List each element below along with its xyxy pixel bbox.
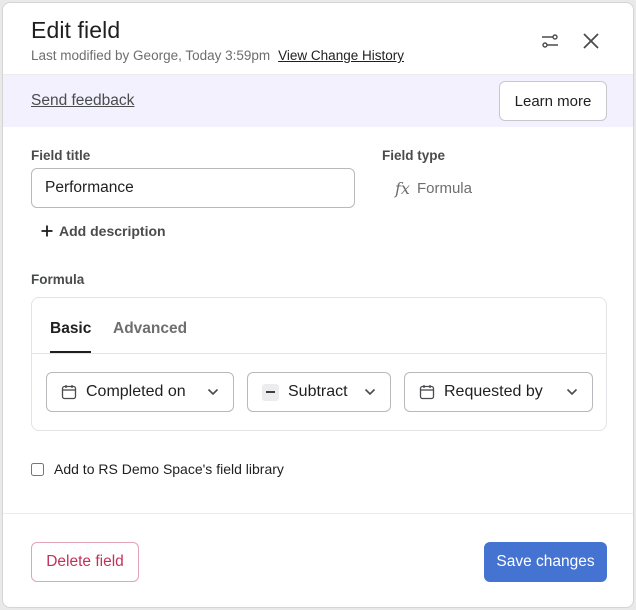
field-type-value: fx Formula	[395, 179, 472, 198]
chevron-down-icon	[364, 388, 376, 396]
operand-2-dropdown[interactable]: Requested by	[404, 372, 593, 412]
formula-builder: Basic Advanced Completed on Subtract Req…	[31, 297, 607, 431]
field-type-label: Field type	[382, 148, 446, 163]
add-to-library-option[interactable]: Add to RS Demo Space's field library	[31, 461, 284, 477]
dialog-title: Edit field	[31, 17, 121, 43]
minus-icon	[262, 383, 279, 401]
dialog-header: Edit field Last modified by George, Toda…	[3, 3, 633, 75]
tab-advanced[interactable]: Advanced	[113, 320, 187, 351]
formula-icon: fx	[395, 179, 410, 198]
sliders-icon	[542, 34, 558, 48]
operator-dropdown[interactable]: Subtract	[247, 372, 391, 412]
add-to-library-checkbox[interactable]	[31, 462, 44, 476]
close-icon	[583, 33, 599, 49]
last-modified-text: Last modified by George, Today 3:59pm	[31, 48, 271, 63]
calendar-icon	[419, 384, 435, 400]
field-type-text: Formula	[416, 180, 472, 197]
calendar-icon	[61, 384, 77, 400]
feedback-bar: Send feedback Learn more	[3, 75, 633, 127]
field-title-label: Field title	[31, 148, 91, 163]
formula-tabs: Basic Advanced	[32, 298, 606, 354]
plus-icon	[41, 225, 53, 237]
operand-1-dropdown[interactable]: Completed on	[46, 372, 234, 412]
operand-1-label: Completed on	[86, 383, 186, 400]
save-changes-button[interactable]: Save changes	[484, 542, 607, 582]
operand-2-label: Requested by	[444, 383, 543, 400]
learn-more-button[interactable]: Learn more	[499, 81, 607, 121]
dialog-footer: Delete field Save changes	[3, 513, 633, 607]
tab-basic[interactable]: Basic	[50, 320, 92, 353]
delete-field-button[interactable]: Delete field	[31, 542, 139, 582]
field-settings-button[interactable]	[536, 27, 564, 55]
edit-field-dialog: Edit field Last modified by George, Toda…	[2, 2, 634, 608]
chevron-down-icon	[207, 388, 219, 396]
view-change-history-link[interactable]: View Change History	[278, 48, 404, 63]
add-description-label: Add description	[59, 223, 166, 239]
add-description-button[interactable]: Add description	[41, 223, 166, 239]
send-feedback-link[interactable]: Send feedback	[31, 92, 134, 110]
close-button[interactable]	[577, 27, 605, 55]
operator-label: Subtract	[288, 383, 348, 400]
chevron-down-icon	[566, 388, 578, 396]
field-title-input[interactable]	[31, 168, 355, 208]
formula-label: Formula	[31, 272, 85, 287]
dialog-subtitle: Last modified by George, Today 3:59pm Vi…	[31, 48, 404, 63]
add-to-library-label: Add to RS Demo Space's field library	[54, 461, 284, 477]
